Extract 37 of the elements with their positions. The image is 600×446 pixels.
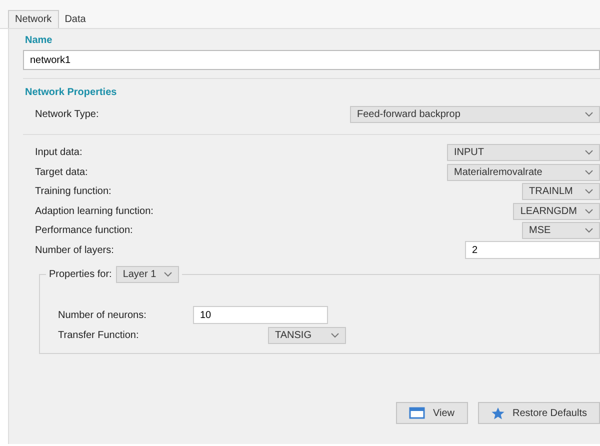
tab[interactable]: Network — [8, 10, 59, 28]
view-button[interactable]: View — [396, 402, 468, 424]
field-label: Number of neurons: — [58, 310, 148, 320]
field-label: Network Type: — [35, 108, 99, 120]
field-label: Performance function: — [35, 225, 133, 236]
dropdown[interactable]: Materialremovalrate — [447, 164, 600, 181]
caret-icon — [585, 150, 593, 156]
tab[interactable]: Data — [58, 10, 92, 28]
caret-icon — [585, 170, 593, 175]
field-label: Training function: — [35, 186, 112, 198]
dropdown[interactable]: INPUT — [447, 144, 600, 162]
caret-icon — [585, 228, 593, 234]
restore-button[interactable]: Restore Defaults — [478, 402, 600, 424]
neurons-field[interactable]: 10 — [193, 306, 328, 324]
dropdown[interactable]: MSE — [522, 222, 600, 240]
layer-dropdown[interactable]: Layer 1 — [116, 266, 180, 283]
field-label: Transfer Function: — [58, 330, 140, 340]
caret-icon — [164, 272, 172, 277]
field-label: Properties for: — [49, 269, 112, 280]
field-label: Target data: — [35, 166, 88, 178]
field-label: Input data: — [35, 147, 82, 158]
caret-icon — [331, 332, 339, 338]
field-label: Number of layers: — [35, 244, 114, 256]
dropdown[interactable]: LEARNGDM — [513, 202, 600, 220]
network-type-dropdown[interactable]: Feed-forward backprop — [350, 106, 600, 122]
caret-icon — [585, 112, 593, 116]
number-field[interactable]: 2 — [465, 241, 600, 260]
name-field[interactable]: network1 — [23, 50, 600, 70]
transfer-dropdown[interactable]: TANSIG — [268, 326, 346, 344]
field-label: Adaption learning function: — [35, 206, 154, 217]
window-icon — [409, 407, 426, 419]
star-icon — [490, 406, 505, 420]
caret-icon — [585, 189, 593, 194]
section-title: Network Properties — [25, 87, 118, 98]
dropdown[interactable]: TRAINLM — [522, 183, 600, 200]
section-title: Name — [25, 35, 54, 46]
caret-icon — [585, 208, 593, 214]
